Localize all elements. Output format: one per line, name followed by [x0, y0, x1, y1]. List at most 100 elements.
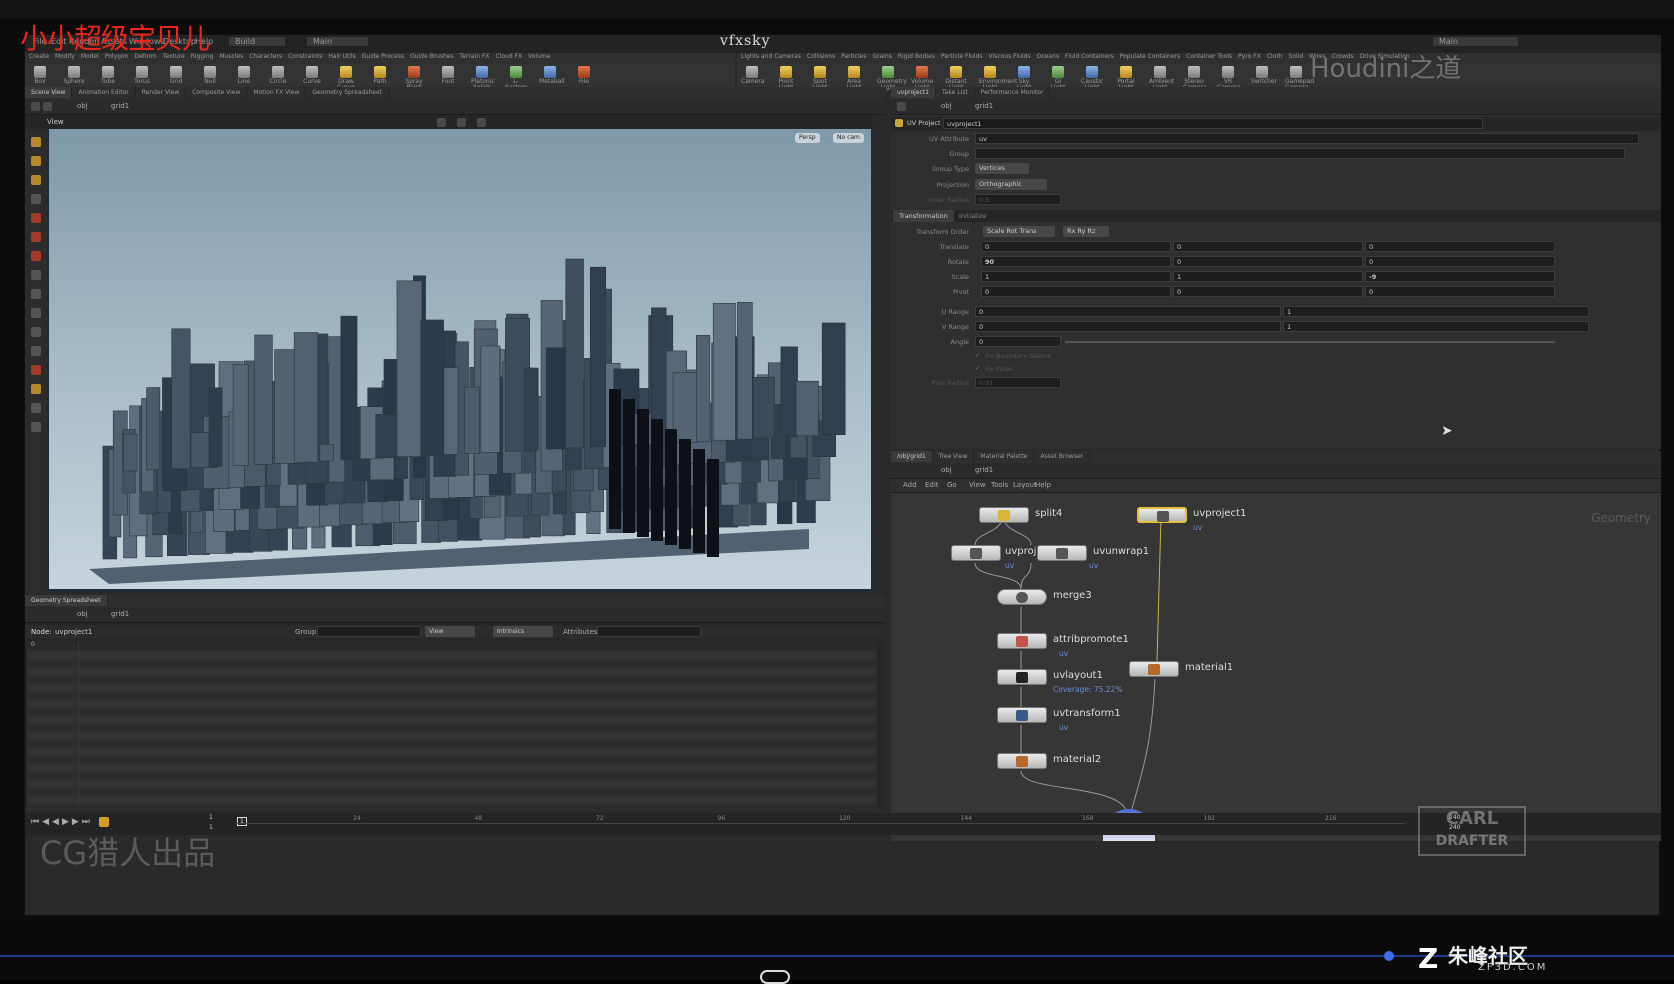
progress-handle[interactable]: [1384, 951, 1394, 961]
projection-select[interactable]: Orthographic: [975, 179, 1047, 190]
tab-network[interactable]: /obj/grid1: [891, 451, 933, 462]
main-right-select[interactable]: Main: [1433, 37, 1519, 46]
translate-x[interactable]: 0: [981, 241, 1171, 252]
tool-circle[interactable]: Circle: [267, 66, 289, 85]
table-row[interactable]: [27, 675, 877, 683]
table-row[interactable]: [27, 739, 877, 747]
v-range-min[interactable]: 0: [975, 321, 1281, 332]
tab-uvproject1[interactable]: uvproject1: [891, 87, 936, 98]
shelf-tab-grains[interactable]: Grains: [872, 53, 891, 60]
tab-transformation[interactable]: Transformation: [893, 210, 954, 222]
tab-material-palette[interactable]: Material Palette: [974, 451, 1035, 462]
shelf-tab-constraints[interactable]: Constraints: [288, 53, 322, 60]
path-obj[interactable]: obj: [941, 102, 952, 110]
rotate-x[interactable]: 90: [981, 256, 1171, 267]
pivot-x[interactable]: 0: [981, 286, 1171, 297]
handle-icon[interactable]: [477, 118, 486, 127]
viewport-tool-icon[interactable]: [31, 327, 41, 337]
table-row[interactable]: [27, 779, 877, 787]
table-row[interactable]: [27, 723, 877, 731]
menu-go[interactable]: Go: [947, 481, 957, 489]
tool-metaball[interactable]: Metaball: [539, 66, 565, 85]
attributes-field[interactable]: [597, 626, 701, 637]
forward-icon[interactable]: [43, 102, 52, 111]
tool-box[interactable]: Box: [29, 66, 51, 85]
table-row[interactable]: [27, 691, 877, 699]
group-field[interactable]: [317, 626, 421, 637]
tab-render-view[interactable]: Render View: [136, 87, 187, 98]
angle-field[interactable]: 0: [975, 336, 1061, 347]
shelf-tab-hair-utils[interactable]: Hair Utils: [328, 53, 355, 60]
shelf-tab-lights-and-cameras[interactable]: Lights and Cameras: [741, 53, 801, 60]
rotate-y[interactable]: 0: [1173, 256, 1363, 267]
scale-z[interactable]: -9: [1365, 271, 1555, 282]
tool-font[interactable]: Font: [437, 66, 459, 85]
menu-tools[interactable]: Tools: [991, 481, 1008, 489]
lock-icon[interactable]: [437, 118, 446, 127]
table-row[interactable]: [27, 659, 877, 667]
back-icon[interactable]: [897, 102, 906, 111]
table-row[interactable]: [27, 715, 877, 723]
viewport-tool-icon[interactable]: [31, 213, 41, 223]
table-row[interactable]: [27, 747, 877, 755]
tab-asset-browser[interactable]: Asset Browser: [1034, 451, 1091, 462]
timeline[interactable]: ⏮◀◀▶▶⏭ 1 1 1 24 48 72 96 120 144 168 192 216 240…: [25, 813, 1661, 835]
viewport-tool-icon[interactable]: [31, 422, 41, 432]
viewport-tool-icon[interactable]: [31, 270, 41, 280]
angle-slider[interactable]: [1065, 341, 1555, 343]
tab-scene-view[interactable]: Scene View: [25, 87, 73, 98]
camera-menu[interactable]: No cam: [833, 133, 864, 143]
tool-grid[interactable]: Grid: [165, 66, 187, 85]
table-row[interactable]: [27, 651, 877, 659]
shelf-tab-cloth[interactable]: Cloth: [1267, 53, 1283, 60]
scale-y[interactable]: 1: [1173, 271, 1363, 282]
main-select[interactable]: Main: [307, 37, 369, 46]
viewport-tool-icon[interactable]: [31, 384, 41, 394]
scene-viewport[interactable]: View Persp No cam: [25, 115, 873, 593]
stop-icon[interactable]: [99, 817, 109, 827]
table-row[interactable]: [27, 707, 877, 715]
viewport-tool-icon[interactable]: [31, 137, 41, 147]
node-merge3[interactable]: [997, 589, 1047, 605]
shelf-tab-guide-brushes[interactable]: Guide Brushes: [410, 53, 454, 60]
menu-view[interactable]: View: [969, 481, 986, 489]
shelf-tab-guide-process[interactable]: Guide Process: [362, 53, 404, 60]
viewport-tool-icon[interactable]: [31, 308, 41, 318]
translate-y[interactable]: 0: [1173, 241, 1363, 252]
node-material2[interactable]: [997, 753, 1047, 769]
table-row[interactable]: [27, 755, 877, 763]
tab-initialize[interactable]: Initialize: [953, 210, 992, 222]
spreadsheet-table[interactable]: 0: [27, 641, 877, 811]
shelf-tab-pyro-fx[interactable]: Pyro FX: [1238, 53, 1261, 60]
viewport-tool-icon[interactable]: [31, 346, 41, 356]
pivot-y[interactable]: 0: [1173, 286, 1363, 297]
persp-menu[interactable]: Persp: [795, 133, 820, 143]
path-node[interactable]: grid1: [111, 102, 129, 110]
table-row[interactable]: [27, 683, 877, 691]
intrinsics-select[interactable]: Intrinsics: [493, 626, 553, 637]
shelf-tab-populate-containers[interactable]: Populate Containers: [1120, 53, 1180, 60]
shelf-tab-particle-fluids[interactable]: Particle Fluids: [941, 53, 983, 60]
checkmark-icon[interactable]: ✓: [975, 351, 980, 359]
network-editor[interactable]: Geometry split4 uvproject1 uv uvproj uv …: [891, 493, 1661, 841]
viewport-tool-icon[interactable]: [31, 251, 41, 261]
viewport-canvas[interactable]: Persp No cam: [49, 129, 871, 589]
node-split4[interactable]: [979, 507, 1029, 523]
node-attribpromote1[interactable]: [997, 633, 1047, 649]
shelf-tab-collisions[interactable]: Collisions: [807, 53, 835, 60]
table-row[interactable]: [27, 787, 877, 795]
viewport-tool-icon[interactable]: [31, 403, 41, 413]
tool-path[interactable]: Path: [369, 66, 391, 85]
shelf-tab-container-tools[interactable]: Container Tools: [1186, 53, 1232, 60]
table-row[interactable]: [27, 667, 877, 675]
shelf-tab-volume[interactable]: Volume: [528, 53, 550, 60]
shelf-tab-viscous-fluids[interactable]: Viscous Fluids: [989, 53, 1031, 60]
path-node[interactable]: grid1: [975, 102, 993, 110]
tool-torus[interactable]: Torus: [131, 66, 153, 85]
rotation-order-select[interactable]: Rx Ry Rz: [1063, 226, 1109, 237]
start-frame[interactable]: 1: [209, 814, 213, 821]
menu-edit[interactable]: Edit: [925, 481, 939, 489]
table-row[interactable]: [27, 699, 877, 707]
node-uvunwrap1[interactable]: [1037, 545, 1087, 561]
path-obj[interactable]: obj: [77, 610, 88, 618]
